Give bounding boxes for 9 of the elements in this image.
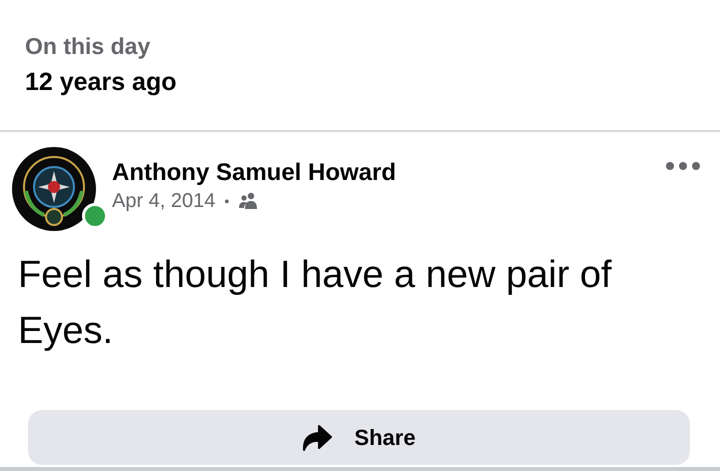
section-title: On this day (25, 32, 150, 61)
section-subtitle: 12 years ago (25, 67, 176, 98)
share-button[interactable]: Share (28, 410, 690, 465)
friends-icon (238, 192, 258, 210)
share-arrow-icon (302, 424, 332, 450)
separator-dot: • (224, 192, 230, 211)
post-text: Feel as though I have a new pair of Eyes. (17, 253, 613, 354)
author-name[interactable]: Anthony Samuel Howard (112, 158, 396, 188)
post-date[interactable]: Apr 4, 2014 (112, 188, 216, 214)
